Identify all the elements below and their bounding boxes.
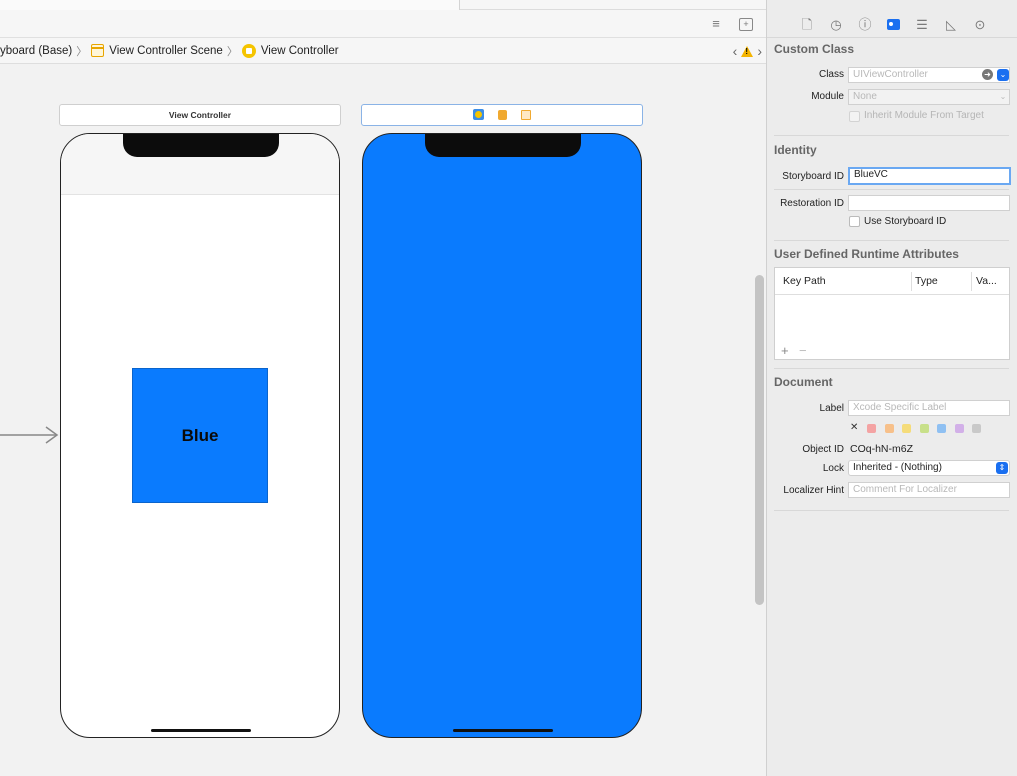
blue-view[interactable]: Blue <box>132 368 268 503</box>
editor-options-bar: ≡ + <box>0 10 766 38</box>
first-responder-icon[interactable] <box>498 110 507 120</box>
localizer-hint-label: Localizer Hint <box>783 485 844 496</box>
size-ruler-icon[interactable]: ◺ <box>943 17 959 33</box>
home-indicator <box>453 729 553 732</box>
label-color-swatch[interactable] <box>972 424 981 433</box>
label-color-swatch[interactable] <box>937 424 946 433</box>
view-controller-icon <box>241 43 256 58</box>
breadcrumb-storyboard[interactable]: yboard (Base) <box>0 45 72 57</box>
tab-strip <box>0 0 766 10</box>
identity-title: Identity <box>774 143 817 157</box>
use-storyboard-id-checkbox[interactable] <box>849 216 860 227</box>
device-notch <box>123 134 279 157</box>
view-controller-scene-2[interactable] <box>362 133 642 738</box>
storyboard-id-field[interactable]: BlueVC <box>848 167 1011 185</box>
section-divider <box>774 189 1009 190</box>
use-storyboard-id-label: Use Storyboard ID <box>864 216 947 227</box>
runtime-attributes-table[interactable]: Key Path Type Va... + − <box>774 267 1010 360</box>
view-controller-icon[interactable] <box>473 109 484 120</box>
storyboard-id-label: Storyboard ID <box>782 171 844 182</box>
module-dropdown-icon[interactable]: ⌄ <box>997 91 1009 103</box>
document-label-label: Label <box>819 403 844 414</box>
file-icon[interactable]: 🗋 <box>799 17 815 33</box>
chevron-right-icon: 〉 <box>226 45 238 58</box>
section-divider <box>774 510 1009 511</box>
add-attribute-button[interactable]: + <box>781 343 789 358</box>
object-id-label: Object ID <box>802 444 844 455</box>
editor-tab[interactable] <box>0 0 460 10</box>
label-color-swatch[interactable] <box>884 424 894 433</box>
scene-title-bar[interactable]: View Controller <box>59 104 341 126</box>
document-title: Document <box>774 375 833 389</box>
connections-icon[interactable]: ⊙ <box>972 17 988 33</box>
exit-icon[interactable] <box>521 110 531 120</box>
scene-icon <box>91 44 105 57</box>
class-dropdown-icon[interactable]: ⌄ <box>997 69 1009 81</box>
lock-popup[interactable]: Inherited - (Nothing) <box>848 460 1010 476</box>
jump-bar: yboard (Base) 〉 View Controller Scene 〉 … <box>0 38 766 64</box>
runtime-attributes-title: User Defined Runtime Attributes <box>774 247 959 261</box>
custom-class-title: Custom Class <box>774 42 855 56</box>
warning-icon[interactable] <box>741 45 754 57</box>
column-divider[interactable] <box>971 272 972 291</box>
jump-bar-nav: ‹ › <box>733 44 762 58</box>
view-controller-scene-1[interactable]: Blue <box>60 133 340 738</box>
section-divider <box>774 240 1009 241</box>
help-icon[interactable]: ⓘ <box>857 17 873 33</box>
inspector-tabs: 🗋 ◷ ⓘ ☰ ◺ ⊙ <box>767 10 1017 38</box>
label-color-swatch[interactable] <box>867 424 876 433</box>
history-icon[interactable]: ◷ <box>828 17 844 33</box>
storyboard-canvas[interactable]: ≡ + yboard (Base) 〉 View Controller Scen… <box>0 0 766 776</box>
label-color-swatch[interactable] <box>919 424 929 433</box>
class-label: Class <box>818 69 844 80</box>
object-id-value: COq-hN-m6Z <box>850 443 914 455</box>
identity-inspector-tab[interactable] <box>885 17 901 33</box>
clear-label-color-icon[interactable]: ✕ <box>850 422 858 433</box>
inherit-module-label: Inherit Module From Target <box>864 110 984 121</box>
column-divider[interactable] <box>911 272 912 291</box>
scene-title-bar-selected[interactable] <box>361 104 643 126</box>
label-color-swatch[interactable] <box>954 424 964 433</box>
go-to-class-icon[interactable]: ➜ <box>982 69 993 80</box>
blue-label: Blue <box>181 425 219 445</box>
identity-icon <box>886 19 900 30</box>
document-label-field[interactable]: Xcode Specific Label <box>848 400 1010 416</box>
inherit-module-checkbox[interactable] <box>849 111 860 122</box>
module-label: Module <box>811 91 844 102</box>
section-divider <box>774 368 1009 369</box>
vertical-scrollbar[interactable] <box>755 275 764 605</box>
device-notch <box>425 134 581 157</box>
breadcrumb-scene[interactable]: View Controller Scene <box>109 45 223 57</box>
attributes-icon[interactable]: ☰ <box>914 17 930 33</box>
chevron-right-icon: 〉 <box>76 45 88 58</box>
lock-dropdown-icon[interactable]: ⇕ <box>996 462 1008 474</box>
label-color-swatch[interactable] <box>902 424 911 433</box>
column-value[interactable]: Va... <box>976 275 997 287</box>
table-header: Key Path Type Va... <box>775 268 1009 295</box>
localizer-hint-field[interactable]: Comment For Localizer <box>848 482 1010 498</box>
restoration-id-field[interactable] <box>848 195 1010 211</box>
editor-options-icon[interactable]: ≡ <box>707 16 725 32</box>
section-divider <box>774 135 1009 136</box>
breadcrumb-view-controller[interactable]: View Controller <box>261 45 339 57</box>
table-footer: + − <box>775 343 1009 359</box>
chevron-left-icon[interactable]: ‹ <box>733 44 738 58</box>
home-indicator <box>151 729 251 732</box>
column-key-path[interactable]: Key Path <box>783 275 826 287</box>
restoration-id-label: Restoration ID <box>780 198 844 209</box>
module-field[interactable]: None <box>848 89 1010 105</box>
add-editor-icon[interactable]: + <box>739 18 753 31</box>
chevron-right-icon[interactable]: › <box>757 44 762 58</box>
initial-view-controller-arrow <box>0 426 59 444</box>
remove-attribute-button[interactable]: − <box>799 343 807 358</box>
column-type[interactable]: Type <box>915 275 938 287</box>
lock-label: Lock <box>822 463 844 474</box>
